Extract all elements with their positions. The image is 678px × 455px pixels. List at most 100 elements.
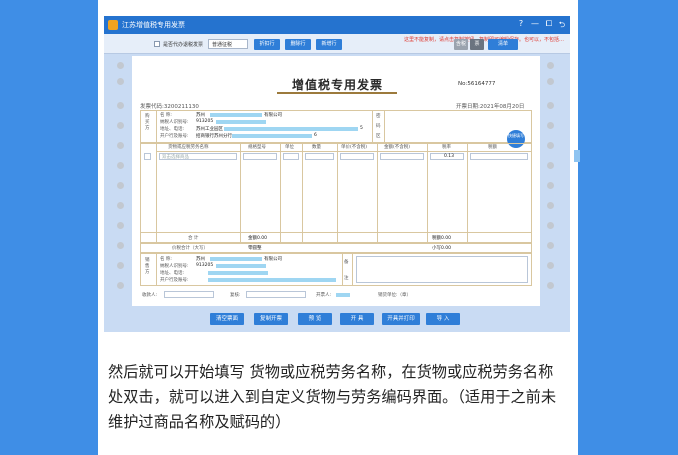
buyer-tax-value[interactable]: 913205 <box>196 119 213 124</box>
maximize-button[interactable]: ⧠ <box>544 19 554 29</box>
divider <box>342 253 343 286</box>
seller-name-label: 名 称: <box>160 257 172 262</box>
buyer-addr-value[interactable]: 苏州工业园区 <box>196 126 223 132</box>
hole <box>547 282 554 289</box>
spec-input[interactable] <box>243 153 277 160</box>
col-divider <box>427 143 428 243</box>
agent-refund-checkbox[interactable] <box>154 41 160 47</box>
hole <box>547 202 554 209</box>
seller-unit-label: 销货单位:（章） <box>378 293 412 298</box>
redaction-bar <box>216 264 266 268</box>
issue-button[interactable]: 开 具 <box>340 313 374 325</box>
buyer-tax-label: 纳税人识别号: <box>160 120 189 125</box>
drawer-label: 开票人: <box>316 293 332 298</box>
price-input[interactable] <box>340 153 374 160</box>
col-divider <box>280 143 281 243</box>
help-button[interactable]: ? <box>516 19 526 28</box>
col-spec: 规格型号 <box>248 145 266 150</box>
col-tax-rate: 税率 <box>442 145 451 150</box>
buyer-name-value[interactable]: 苏州 <box>196 112 205 118</box>
remark-input[interactable] <box>356 256 528 283</box>
hole <box>547 242 554 249</box>
amount-input[interactable] <box>380 153 424 160</box>
col-divider <box>467 143 468 243</box>
back-button[interactable]: ⮌ <box>557 19 567 33</box>
payee-select[interactable] <box>164 291 214 298</box>
right-perforation <box>546 56 556 306</box>
buyer-section-label: 购买方 <box>145 114 150 131</box>
hole <box>117 202 124 209</box>
discount-row-button[interactable]: 折扣行 <box>254 39 280 50</box>
delete-row-button[interactable]: 删除行 <box>285 39 311 50</box>
clear-form-button[interactable]: 清空票面 <box>210 313 244 325</box>
seller-name-value[interactable]: 苏州 <box>196 256 205 262</box>
hole <box>547 262 554 269</box>
hole <box>117 122 124 129</box>
divider <box>352 253 353 286</box>
redaction-bar <box>210 113 262 117</box>
seller-addr-label: 地址、电话: <box>160 271 185 276</box>
invoice-title: 增值税专用发票 <box>292 78 384 92</box>
agent-refund-label: 是否代办退税发票 <box>163 42 204 48</box>
redaction-bar <box>216 120 266 124</box>
unit-input[interactable] <box>283 153 299 160</box>
article-card: 江苏增值税专用发票 ? — ⧠ ⮌ 这里不能复制，请点击复制按钮，复制即可编辑保… <box>98 0 580 455</box>
buyer-addr-tail: 5 <box>360 126 363 131</box>
hole <box>117 78 124 85</box>
remark-label-2: 注 <box>344 276 349 281</box>
hole <box>117 242 124 249</box>
hole <box>117 62 124 69</box>
hole <box>547 122 554 129</box>
seller-bank-label: 开户行及账号: <box>160 278 189 283</box>
redaction-bar <box>208 278 336 282</box>
tax-rate-value: 0.13 <box>444 154 455 159</box>
notice-text: 这里不能复制，请点击复制按钮，复制即可编辑保存。也可以，不包括… <box>404 37 565 43</box>
reviewer-select[interactable] <box>246 291 306 298</box>
import-button[interactable]: 导 入 <box>426 313 460 325</box>
total-small: 小写0.00 <box>432 246 452 251</box>
scroll-indicator <box>574 150 580 162</box>
hole <box>117 262 124 269</box>
total-amount: 金额0.00 <box>248 236 268 241</box>
qty-input[interactable] <box>305 153 334 160</box>
minimize-button[interactable]: — <box>530 19 540 28</box>
hole <box>117 102 124 109</box>
copy-invoice-button[interactable]: 复制开票 <box>254 313 288 325</box>
total-label: 合 计 <box>188 236 199 241</box>
buyer-name-suffix: 有限公司 <box>264 113 282 118</box>
hole <box>547 162 554 169</box>
hole <box>117 162 124 169</box>
invoice-date: 开票日期:2021年08月20日 <box>456 104 525 110</box>
row-checkbox[interactable] <box>144 153 151 160</box>
hole <box>547 182 554 189</box>
toolbar: 这里不能复制，请点击复制按钮，复制即可编辑保存。也可以，不包括… 是否代办退税发… <box>104 34 570 54</box>
redaction-bar <box>224 127 358 131</box>
divider <box>372 110 373 143</box>
col-tax: 税额 <box>488 145 497 150</box>
divider <box>156 253 157 286</box>
col-unit: 单位 <box>285 145 294 150</box>
seller-tax-value[interactable]: 913205 <box>196 263 213 268</box>
invoice-number: No:56164777 <box>458 81 496 87</box>
divider <box>384 110 385 143</box>
reviewer-label: 复核: <box>230 293 241 298</box>
tax-included-toggle[interactable]: 含税 <box>454 39 468 50</box>
total-words-label: 价税合计（大写） <box>172 246 208 251</box>
buyer-bank-value[interactable]: 招商银行苏州分行 <box>196 133 232 139</box>
window-title: 江苏增值税专用发票 <box>122 21 185 29</box>
add-row-button[interactable]: 新增行 <box>316 39 342 50</box>
payee-label: 收款人: <box>142 293 158 298</box>
invoice-toggle[interactable]: 票 <box>470 39 484 50</box>
issue-print-button[interactable]: 开具并打印 <box>382 313 420 325</box>
list-button[interactable]: 清单 <box>488 39 518 50</box>
tax-type-select[interactable]: 普通征税 <box>208 39 248 49</box>
redaction-bar <box>336 293 350 297</box>
total-words-value: 零圆整 <box>248 246 262 251</box>
tax-input[interactable] <box>470 153 528 160</box>
goods-name-placeholder: 双击选择商品 <box>162 155 189 160</box>
remark-label-1: 备 <box>344 260 349 265</box>
invoice-form: 增值税专用发票 No:56164777 发票代码:3200211130 开票日期… <box>132 56 540 306</box>
totals-line <box>140 232 532 233</box>
buyer-addr-label: 地址、电话: <box>160 127 185 132</box>
preview-button[interactable]: 预 览 <box>298 313 332 325</box>
